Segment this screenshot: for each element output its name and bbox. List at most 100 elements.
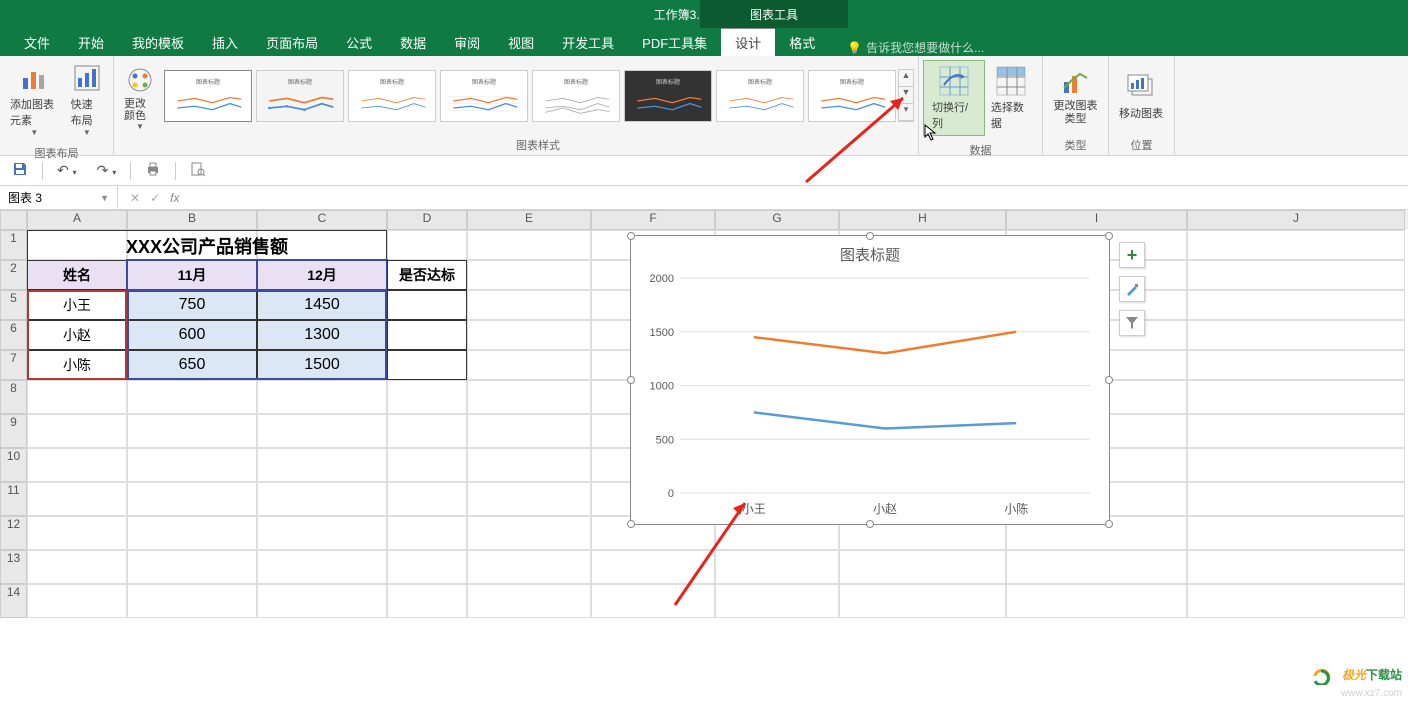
row-header-14[interactable]: 14	[0, 584, 27, 618]
tab-page-layout[interactable]: 页面布局	[252, 29, 332, 56]
chart-style-8[interactable]: 图表标题	[808, 70, 896, 122]
row-header-2[interactable]: 2	[0, 260, 27, 290]
cell-nov[interactable]: 750	[127, 290, 257, 320]
cell[interactable]	[27, 516, 127, 550]
cell-dec[interactable]: 1450	[257, 290, 387, 320]
chart-handle-nw[interactable]	[627, 232, 635, 240]
row-header-8[interactable]: 8	[0, 380, 27, 414]
cell[interactable]	[591, 550, 715, 584]
cell[interactable]	[127, 584, 257, 618]
tab-dev[interactable]: 开发工具	[548, 29, 628, 56]
redo-button[interactable]: ↷ ▾	[91, 160, 123, 181]
chart-filter-button[interactable]	[1119, 310, 1145, 336]
cell[interactable]	[1187, 550, 1405, 584]
chart-handle-e[interactable]	[1105, 376, 1113, 384]
row-header-10[interactable]: 10	[0, 448, 27, 482]
cell[interactable]	[467, 230, 591, 260]
cell[interactable]	[257, 380, 387, 414]
row-header-7[interactable]: 7	[0, 350, 27, 380]
cell[interactable]	[127, 482, 257, 516]
col-header-E[interactable]: E	[467, 210, 591, 230]
cell[interactable]	[1187, 230, 1405, 260]
tab-file[interactable]: 文件	[10, 29, 64, 56]
cell-pass[interactable]	[387, 290, 467, 320]
print-preview-button[interactable]	[184, 159, 212, 182]
chart-handle-se[interactable]	[1105, 520, 1113, 528]
cell[interactable]	[1187, 320, 1405, 350]
cell[interactable]	[127, 516, 257, 550]
cell[interactable]	[257, 448, 387, 482]
col-header-I[interactable]: I	[1006, 210, 1187, 230]
tab-templates[interactable]: 我的模板	[118, 29, 198, 56]
col-header-G[interactable]: G	[715, 210, 839, 230]
gallery-more-icon[interactable]: ▾	[899, 104, 913, 121]
select-data-button[interactable]: 选择数据	[985, 63, 1038, 133]
col-header-H[interactable]: H	[839, 210, 1006, 230]
cell[interactable]	[127, 448, 257, 482]
chart-style-2[interactable]: 图表标题	[256, 70, 344, 122]
cell[interactable]	[127, 550, 257, 584]
cell[interactable]	[1187, 516, 1405, 550]
chart-object[interactable]: 图表标题 0500100015002000小王小赵小陈 +	[630, 235, 1110, 525]
cell[interactable]	[1187, 584, 1405, 618]
chart-handle-w[interactable]	[627, 376, 635, 384]
cell[interactable]	[127, 380, 257, 414]
cell-nov[interactable]: 650	[127, 350, 257, 380]
row-header-1[interactable]: 1	[0, 230, 27, 260]
col-header-F[interactable]: F	[591, 210, 715, 230]
cell[interactable]	[1006, 584, 1187, 618]
cell-dec[interactable]: 1500	[257, 350, 387, 380]
change-colors-button[interactable]: 更改颜色 ▼	[118, 62, 162, 133]
tab-review[interactable]: 审阅	[440, 29, 494, 56]
name-box[interactable]: 图表 3 ▼	[0, 186, 118, 209]
cell[interactable]	[387, 414, 467, 448]
tab-data[interactable]: 数据	[386, 29, 440, 56]
cell[interactable]	[1187, 260, 1405, 290]
cell[interactable]	[127, 414, 257, 448]
chart-style-7[interactable]: 图表标题	[716, 70, 804, 122]
row-header-11[interactable]: 11	[0, 482, 27, 516]
cell[interactable]	[467, 516, 591, 550]
fx-icon[interactable]: fx	[170, 191, 179, 205]
cell[interactable]	[257, 482, 387, 516]
chart-style-5[interactable]: 图表标题	[532, 70, 620, 122]
cell[interactable]	[387, 482, 467, 516]
cell[interactable]	[1187, 414, 1405, 448]
cell[interactable]	[467, 260, 591, 290]
cell-name[interactable]: 小陈	[27, 350, 127, 380]
col-header-C[interactable]: C	[257, 210, 387, 230]
cell[interactable]	[387, 380, 467, 414]
cell[interactable]	[715, 550, 839, 584]
cell-pass[interactable]	[387, 320, 467, 350]
tab-insert[interactable]: 插入	[198, 29, 252, 56]
save-button[interactable]	[6, 159, 34, 182]
cell[interactable]	[1187, 350, 1405, 380]
add-chart-element-button[interactable]: 添加图表元素 ▼	[4, 60, 65, 139]
tab-design[interactable]: 设计	[721, 27, 775, 56]
row-header-5[interactable]: 5	[0, 290, 27, 320]
chart-style-3[interactable]: 图表标题	[348, 70, 436, 122]
cell-name[interactable]: 小赵	[27, 320, 127, 350]
chart-style-6[interactable]: 图表标题	[624, 70, 712, 122]
tab-format[interactable]: 格式	[775, 29, 829, 56]
chart-style-4[interactable]: 图表标题	[440, 70, 528, 122]
cell[interactable]	[257, 414, 387, 448]
cell[interactable]	[387, 550, 467, 584]
cell[interactable]	[1187, 290, 1405, 320]
chart-add-element-button[interactable]: +	[1119, 242, 1145, 268]
enter-formula-icon[interactable]: ✓	[150, 191, 160, 205]
col-header-B[interactable]: B	[127, 210, 257, 230]
cell[interactable]	[467, 290, 591, 320]
chart-handle-n[interactable]	[866, 232, 874, 240]
cell[interactable]	[839, 584, 1006, 618]
switch-row-column-button[interactable]: 切换行/列	[923, 60, 985, 136]
col-header-A[interactable]: A	[27, 210, 127, 230]
col-header-D[interactable]: D	[387, 210, 467, 230]
col-header-J[interactable]: J	[1187, 210, 1405, 230]
quick-layout-button[interactable]: 快速布局 ▼	[65, 60, 109, 139]
chart-handle-s[interactable]	[866, 520, 874, 528]
cell[interactable]	[467, 414, 591, 448]
gallery-up-icon[interactable]: ▲	[899, 70, 913, 87]
cell[interactable]	[27, 380, 127, 414]
cell[interactable]	[27, 482, 127, 516]
